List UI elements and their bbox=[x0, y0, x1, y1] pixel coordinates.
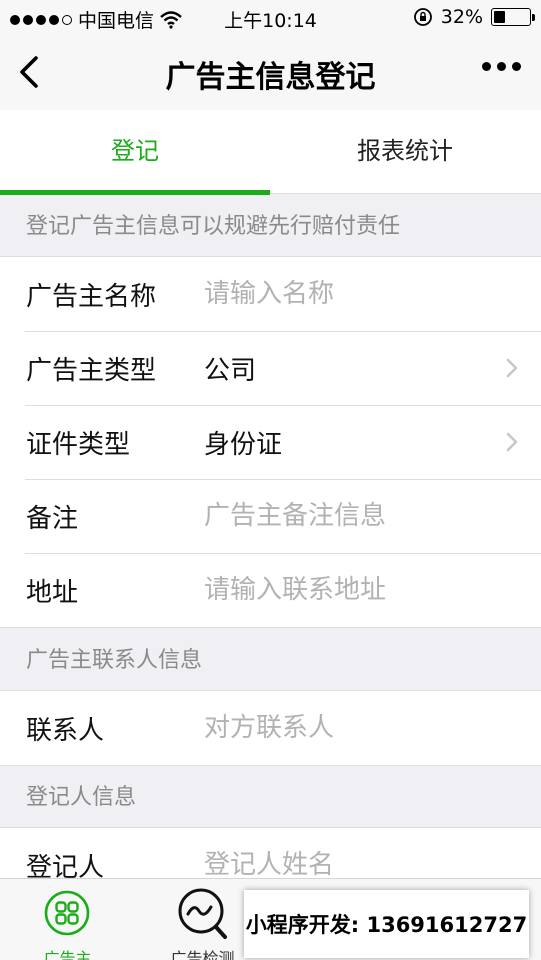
battery-fill bbox=[494, 11, 505, 23]
top-tabs: 登记 报表统计 bbox=[0, 110, 541, 195]
id-type-label: 证件类型 bbox=[26, 429, 131, 460]
tab-register[interactable]: 登记 bbox=[0, 110, 270, 195]
form-group-advertiser: 广告主名称 广告主类型 公司 证件类型 身份证 备注 地址 bbox=[0, 256, 541, 628]
search-wave-icon bbox=[178, 888, 227, 939]
row-advertiser-type[interactable]: 广告主类型 公司 bbox=[0, 331, 541, 405]
remark-input[interactable] bbox=[204, 501, 524, 531]
app-screen: 中国电信 上午10:14 32% 广告主信息登记 登记 报表统计 登记广告主信息… bbox=[0, 0, 541, 960]
tab-report-stats[interactable]: 报表统计 bbox=[270, 110, 540, 194]
tab-report-stats-label: 报表统计 bbox=[357, 137, 453, 165]
grid-circle-icon bbox=[44, 890, 90, 936]
page-title: 广告主信息登记 bbox=[165, 60, 376, 95]
advertiser-name-input[interactable] bbox=[204, 279, 524, 309]
contact-input[interactable] bbox=[204, 713, 524, 743]
advertiser-name-label: 广告主名称 bbox=[26, 281, 157, 312]
registrar-input[interactable] bbox=[204, 850, 524, 880]
advertiser-type-value: 公司 bbox=[204, 355, 257, 386]
address-input[interactable] bbox=[204, 575, 524, 605]
status-bar: 中国电信 上午10:14 32% bbox=[0, 0, 541, 36]
section-header-contact: 广告主联系人信息 bbox=[26, 648, 203, 673]
chevron-right-icon bbox=[506, 358, 518, 378]
address-label: 地址 bbox=[26, 577, 79, 608]
row-remark[interactable]: 备注 bbox=[0, 479, 541, 553]
chevron-right-icon bbox=[506, 432, 518, 452]
battery-icon bbox=[491, 8, 535, 26]
contact-banner: 小程序开发: 13691612727 bbox=[244, 890, 529, 958]
tab-register-label: 登记 bbox=[111, 137, 159, 165]
row-id-type[interactable]: 证件类型 身份证 bbox=[0, 405, 541, 479]
tabbar-label-advertiser: 广告主 bbox=[43, 949, 92, 960]
form-group-contact: 联系人 bbox=[0, 690, 541, 766]
battery-percent: 32% bbox=[440, 6, 483, 28]
row-advertiser-name[interactable]: 广告主名称 bbox=[0, 257, 541, 331]
remark-label: 备注 bbox=[26, 503, 79, 534]
banner-text: 小程序开发: 13691612727 bbox=[245, 913, 528, 937]
row-address[interactable]: 地址 bbox=[0, 553, 541, 627]
nav-bar: 广告主信息登记 bbox=[0, 36, 541, 110]
status-bar-right: 32% bbox=[413, 6, 535, 28]
section-header-registrar: 登记人信息 bbox=[26, 785, 137, 810]
id-type-value: 身份证 bbox=[204, 429, 283, 460]
rotation-lock-icon bbox=[413, 8, 432, 26]
contact-label: 联系人 bbox=[26, 715, 105, 746]
more-dots-icon[interactable] bbox=[482, 62, 521, 71]
advertiser-type-label: 广告主类型 bbox=[26, 355, 157, 386]
section-header-advertiser: 登记广告主信息可以规避先行赔付责任 bbox=[26, 214, 401, 239]
row-contact[interactable]: 联系人 bbox=[0, 691, 541, 765]
tabbar-item-advertiser[interactable]: 广告主 bbox=[0, 885, 135, 960]
